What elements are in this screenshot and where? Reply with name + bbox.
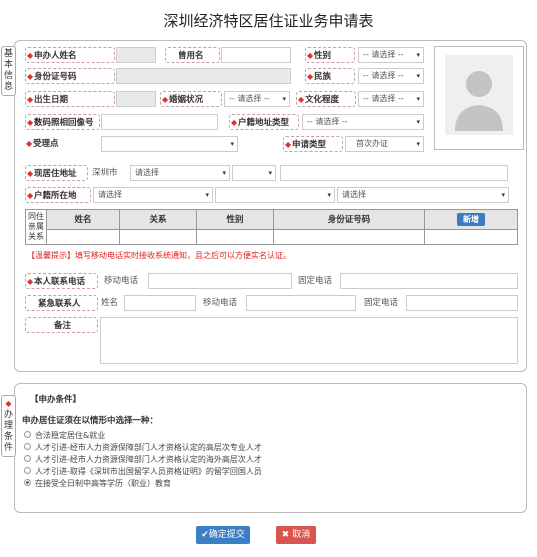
education-select[interactable]: -- 请选择 -- ▾: [358, 91, 424, 107]
residence-city: 深圳市: [92, 168, 118, 178]
condition-option[interactable]: 合法稳定居住&就业: [24, 430, 105, 441]
notice-tip: 【温馨提示】填写移动电话实时接收系统通知，且之后可以方便实名认证。: [27, 251, 291, 260]
label-emergency: 紧急联系人: [25, 295, 98, 311]
label-education: ◆ 文化程度: [296, 91, 356, 107]
condition-option[interactable]: 人才引进-经市人力资源保障部门人才资格认定的高层次专业人才: [24, 442, 262, 453]
col-id: 身份证号码: [273, 209, 425, 230]
radio-icon[interactable]: [24, 467, 31, 474]
em-mobile-label: 移动电话: [203, 298, 238, 308]
avatar-silhouette-icon: [445, 55, 513, 135]
label-photo-receipt: ◆ 数码照相回像号: [25, 114, 100, 130]
label-ethnic: ◆ 民族: [305, 68, 355, 84]
remark-textarea[interactable]: [100, 317, 518, 364]
hukou-type-select[interactable]: -- 请选择 -- ▾: [302, 114, 424, 130]
name-input[interactable]: [116, 47, 156, 63]
family-side-label: 同住 亲属 关系: [25, 209, 47, 245]
label-phone: ◆ 本人联系电话: [25, 273, 98, 289]
gender-select[interactable]: -- 请选择 -- ▾: [358, 47, 424, 63]
landline-input[interactable]: [340, 273, 518, 289]
conditions-subtitle: 申办居住证须在以情形中选择一种：: [22, 416, 159, 426]
residence-district-select[interactable]: 请选择 ▾: [130, 165, 230, 181]
ethnic-select[interactable]: -- 请选择 -- ▾: [358, 68, 424, 84]
radio-selected-icon[interactable]: [24, 479, 31, 486]
hukou-province-select[interactable]: 请选择 ▾: [93, 187, 213, 203]
label-birth-date: ◆ 出生日期: [25, 91, 115, 107]
add-family-button[interactable]: 新增: [457, 212, 485, 226]
label-alias: 曾用名: [165, 47, 220, 63]
em-name-input[interactable]: [124, 295, 196, 311]
radio-icon[interactable]: [24, 443, 31, 450]
mobile-input[interactable]: [148, 273, 292, 289]
apply-type-select[interactable]: 首次办证 ▾: [345, 136, 424, 152]
landline-label: 固定电话: [298, 276, 333, 286]
page-title: 深圳经济特区居住证业务申请表: [163, 12, 374, 30]
hukou-city-select[interactable]: ▾: [215, 187, 335, 203]
col-name: 姓名: [46, 209, 120, 230]
radio-icon[interactable]: [24, 431, 31, 438]
label-name: ◆ 申办人姓名: [25, 47, 115, 63]
label-hukou-type: ◆ 户籍地址类型: [229, 114, 299, 130]
label-office: ◆ 受理点: [25, 136, 100, 152]
family-table-row: [26, 228, 518, 246]
tab-conditions[interactable]: ◆ 办理条件: [1, 395, 16, 457]
residence-street-select[interactable]: ▾: [232, 165, 276, 181]
birth-date-input[interactable]: [116, 91, 156, 107]
radio-icon[interactable]: [24, 455, 31, 462]
label-apply-type: ◆ 申请类型: [283, 136, 343, 152]
col-relation: 关系: [119, 209, 197, 230]
label-marital: ◆ 婚姻状况: [160, 91, 222, 107]
conditions-title: 【申办条件】: [30, 395, 82, 405]
photo-placeholder: [434, 46, 524, 150]
label-gender: ◆ 性别: [305, 47, 355, 63]
family-table: 同住 亲属 关系 姓名 关系 性别 身份证号码 新增: [25, 209, 518, 246]
marital-select[interactable]: -- 请选择 -- ▾: [224, 91, 290, 107]
id-number-input[interactable]: [116, 68, 291, 84]
col-gender: 性别: [196, 209, 274, 230]
condition-option[interactable]: 人才引进-取得《深圳市出国留学人员资格证明》的留学回国人员: [24, 466, 262, 477]
label-residence: ◆ 现居住地址: [25, 165, 88, 181]
em-name-label: 姓名: [101, 298, 119, 308]
office-select[interactable]: ▾: [101, 136, 238, 152]
tab-basic-info[interactable]: 基本信息: [1, 46, 16, 96]
mobile-label: 移动电话: [104, 276, 139, 286]
residence-address-input[interactable]: [280, 165, 508, 181]
hukou-district-select[interactable]: 请选择 ▾: [337, 187, 509, 203]
family-table-header: 同住 亲属 关系 姓名 关系 性别 身份证号码 新增: [25, 209, 518, 245]
em-landline-label: 固定电话: [364, 298, 399, 308]
condition-option[interactable]: 在接受全日制中高等学历（职业）教育: [24, 478, 171, 489]
cancel-button[interactable]: ✖ 取消: [276, 526, 316, 544]
label-hukou-location: ◆ 户籍所在地: [25, 187, 91, 203]
em-mobile-input[interactable]: [246, 295, 356, 311]
em-landline-input[interactable]: [406, 295, 518, 311]
condition-option[interactable]: 人才引进-经市人力资源保障部门人才资格认定的海外高层次人才: [24, 454, 262, 465]
label-id-number: ◆ 身份证号码: [25, 68, 115, 84]
photo-receipt-input[interactable]: [101, 114, 218, 130]
submit-button[interactable]: ✔确定提交: [196, 526, 250, 544]
label-remark: 备注: [25, 317, 98, 333]
alias-input[interactable]: [221, 47, 291, 63]
